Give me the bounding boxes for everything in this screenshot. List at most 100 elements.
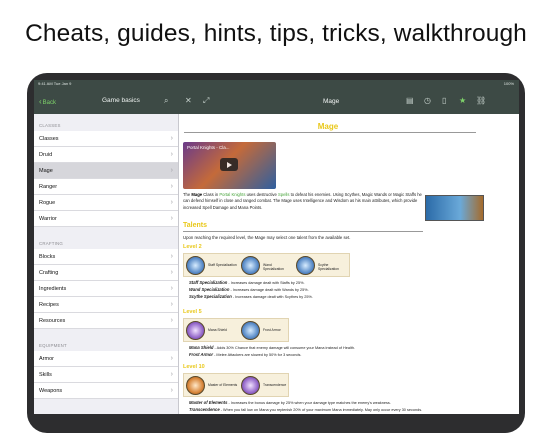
talent-badge-icon [241, 376, 260, 395]
video-title: Portal Knights - Cla... [187, 145, 230, 150]
chevron-right-icon: › [170, 183, 173, 190]
talents-intro: Upon reaching the required level, the Ma… [183, 235, 351, 240]
talent-badge-icon [241, 321, 260, 340]
sidebar-item-ingredients[interactable]: Ingredients › [34, 281, 178, 297]
back-chevron-icon: ‹ [39, 97, 42, 106]
talent-description: Master of Elements - Increases the bonus… [189, 400, 391, 405]
sidebar-item-rogue[interactable]: Rogue › [34, 195, 178, 211]
talents-divider [183, 231, 423, 232]
talent-badge-icon [241, 256, 260, 275]
talent-description: Wand Specialization - Increases damage d… [189, 287, 309, 292]
talent-description: Scythe Specialization - Increases damage… [189, 294, 313, 299]
status-time: 9:41 AM [38, 81, 53, 86]
sidebar-section-header: CLASSES [39, 123, 61, 128]
share-link-icon[interactable]: ⛓ [476, 96, 486, 105]
talent-badge-label: Scythe Specialization [318, 263, 339, 271]
chevron-right-icon: › [170, 317, 173, 324]
level-heading: Level 2 [183, 244, 202, 250]
page-title: Mage [323, 98, 340, 105]
bookmark-icon[interactable]: ▯ [442, 96, 446, 105]
spells-link[interactable]: Spells [278, 192, 289, 197]
talent-description: Mana Shield - Adds 30% Chance that enemy… [189, 345, 356, 350]
status-battery: 100% [503, 81, 514, 86]
ipad-screen: 9:41 AM Tue Jan 9 100% ‹Back Game basics… [34, 80, 519, 414]
talent-badge-label: Master of Elements [208, 383, 238, 387]
sidebar-item-blocks[interactable]: Blocks › [34, 249, 178, 265]
close-icon[interactable]: ✕ [185, 96, 192, 105]
back-button[interactable]: ‹Back [39, 97, 56, 106]
sidebar-item-armor[interactable]: Armor › [34, 351, 178, 367]
history-icon[interactable]: ◷ [424, 96, 431, 105]
sidebar: CLASSES Classes › Druid › Mage › Ranger › Rogue › W… [34, 114, 179, 414]
talent-badge-label: Frost Armor [263, 328, 281, 332]
sidebar-item-warrior[interactable]: Warrior › [34, 211, 178, 227]
talent-description: Frost Armor - Melee Attackers are slowed… [189, 352, 302, 357]
back-label: Back [42, 100, 57, 106]
talent-badges-box: Staff Specialization Wand Specialization S… [183, 253, 350, 277]
play-icon[interactable] [220, 158, 238, 171]
talent-description: Staff Specialization - Increases damage … [189, 280, 305, 285]
sidebar-section-header: CRAFTING [39, 241, 64, 246]
talent-badge-label: Staff Specialization [208, 263, 237, 267]
sidebar-section-header: EQUIPMENT [39, 343, 67, 348]
sidebar-item-label: Armor [39, 356, 54, 362]
chevron-right-icon: › [170, 167, 173, 174]
search-icon[interactable]: ⌕ [164, 96, 168, 106]
intro-paragraph: The Mage Class in Portal Knights uses de… [183, 192, 422, 210]
chevron-right-icon: › [170, 135, 173, 142]
sidebar-item-label: Rogue [39, 200, 56, 206]
sidebar-item-classes[interactable]: Classes › [34, 131, 178, 147]
chevron-right-icon: › [170, 355, 173, 362]
sidebar-item-ranger[interactable]: Ranger › [34, 179, 178, 195]
talent-badge-label: Transcendence [263, 383, 287, 387]
article-heading: Mage [317, 122, 339, 131]
heading-divider [184, 132, 476, 133]
chevron-right-icon: › [170, 151, 173, 158]
chevron-right-icon: › [170, 199, 173, 206]
talent-badges-box: Master of Elements Transcendence [183, 373, 289, 397]
expand-icon[interactable]: ⤢ [203, 96, 209, 106]
game-link[interactable]: Portal Knights [219, 192, 245, 197]
sidebar-item-label: Blocks [39, 254, 56, 260]
sidebar-item-label: Skills [39, 372, 52, 378]
talent-badges-box: Mana Shield Frost Armor [183, 318, 289, 342]
sidebar-item-label: Ranger [39, 184, 58, 190]
headline: Cheats, guides, hints, tips, tricks, wal… [25, 20, 527, 47]
sidebar-item-label: Resources [39, 318, 66, 324]
chevron-right-icon: › [170, 301, 173, 308]
status-date: Tue Jan 9 [53, 81, 72, 86]
talent-description: Transcendence - When you fall low on Man… [189, 407, 423, 412]
favorite-star-icon[interactable]: ★ [459, 96, 466, 105]
level-heading: Level 5 [183, 309, 202, 315]
sidebar-item-druid[interactable]: Druid › [34, 147, 178, 163]
talent-badge-label: Wand Specialization [263, 263, 284, 271]
sidebar-item-weapons[interactable]: Weapons › [34, 383, 178, 399]
sidebar-item-label: Ingredients [39, 286, 67, 292]
sidebar-list: CLASSES Classes › Druid › Mage › Ranger › Rogue › W… [34, 123, 178, 414]
sidebar-item-label: Recipes [39, 302, 59, 308]
sidebar-item-recipes[interactable]: Recipes › [34, 297, 178, 313]
article-content: Mage Portal Knights - Cla... The Mage Cl… [180, 114, 519, 414]
level-heading: Level 10 [183, 364, 205, 370]
sidebar-item-label: Classes [39, 136, 59, 142]
talent-badge-label: Mana Shield [208, 328, 227, 332]
sidebar-title: Game basics [102, 97, 140, 104]
sidebar-item-label: Mage [39, 168, 53, 174]
talents-heading: Talents [183, 222, 207, 229]
sidebar-item-label: Weapons [39, 388, 63, 394]
sidebar-item-resources[interactable]: Resources › [34, 313, 178, 329]
talent-badge-icon [186, 376, 205, 395]
text-size-icon[interactable]: ▤ [406, 96, 414, 105]
talent-badge-icon [186, 321, 205, 340]
sidebar-item-label: Druid [39, 152, 53, 158]
status-bar: 9:41 AM Tue Jan 9 100% [34, 80, 519, 88]
chevron-right-icon: › [170, 371, 173, 378]
video-thumbnail[interactable]: Portal Knights - Cla... [183, 142, 276, 189]
talent-badge-icon [296, 256, 315, 275]
sidebar-item-skills[interactable]: Skills › [34, 367, 178, 383]
sidebar-item-mage[interactable]: Mage › [34, 163, 178, 179]
mage-screenshot-image [425, 195, 484, 221]
chevron-right-icon: › [170, 215, 173, 222]
sidebar-item-crafting[interactable]: Crafting › [34, 265, 178, 281]
top-toolbar: ‹Back Game basics ⌕ ✕ ⤢ Mage ▤ ◷ ▯ ★ ⛓ [34, 88, 519, 114]
